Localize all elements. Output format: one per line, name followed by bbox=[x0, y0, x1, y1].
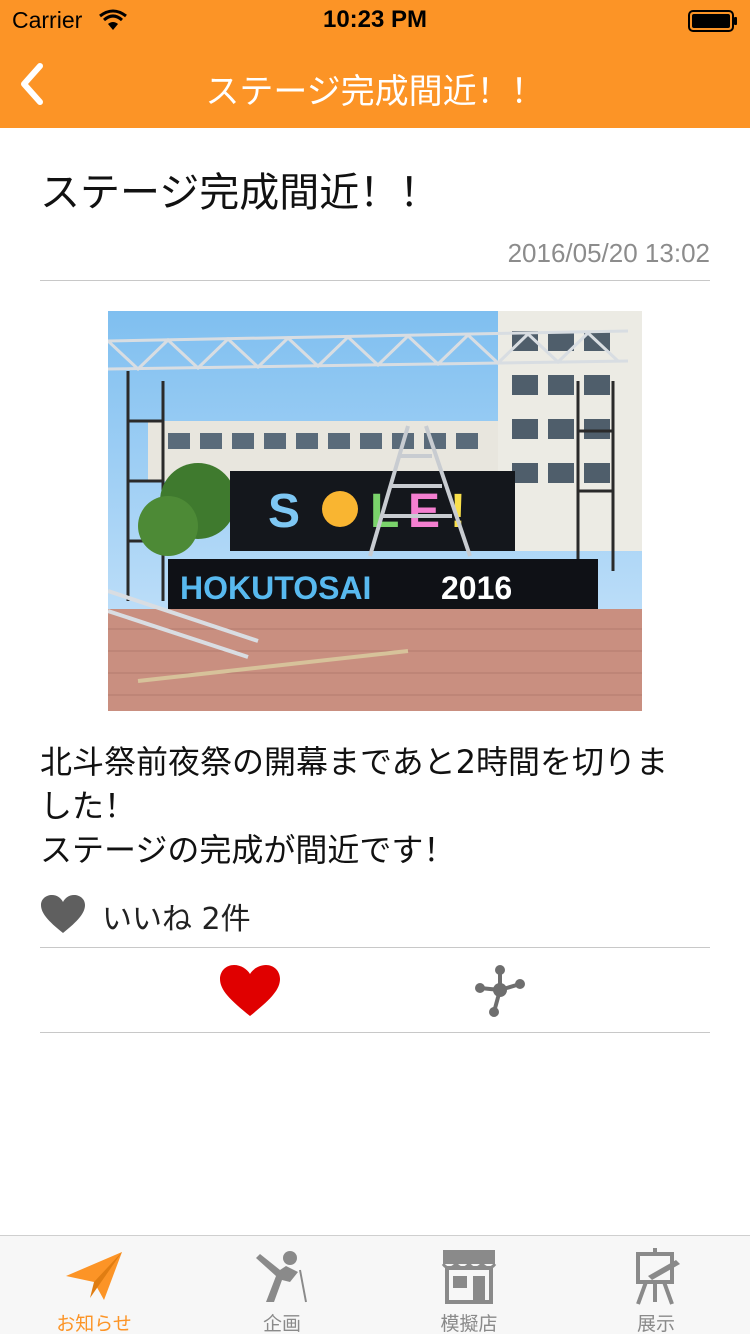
article-body-line: 北斗祭前夜祭の開幕まであと2時間を切りま bbox=[40, 743, 669, 781]
tab-bar: お知らせ 企画 模擬店 展示 bbox=[0, 1235, 750, 1334]
nav-title: ステージ完成間近！！ bbox=[205, 72, 545, 112]
performer-icon bbox=[256, 1251, 307, 1303]
share-icon bbox=[475, 965, 525, 1017]
likes-count: いいね 2件 bbox=[102, 902, 251, 937]
article-date: 2016/05/20 13:02 bbox=[507, 238, 710, 268]
article-title: ステージ完成間近！！ bbox=[40, 170, 440, 216]
heart-icon bbox=[220, 965, 280, 1016]
heart-icon bbox=[41, 895, 85, 933]
svg-text:HOKUTOSAI: HOKUTOSAI bbox=[180, 570, 371, 606]
svg-text:2016: 2016 bbox=[441, 570, 512, 606]
tab-events[interactable]: 企画 bbox=[188, 1236, 376, 1334]
tab-exhibits[interactable]: 展示 bbox=[562, 1236, 750, 1334]
tab-label: お知らせ bbox=[56, 1313, 132, 1334]
share-button[interactable] bbox=[472, 962, 528, 1018]
tab-news[interactable]: お知らせ bbox=[0, 1236, 188, 1334]
divider bbox=[40, 947, 710, 948]
status-time: 10:23 PM bbox=[322, 6, 428, 33]
article-photo: S L E ! HOKUTOSAI 2016 bbox=[108, 311, 642, 711]
easel-icon bbox=[636, 1248, 680, 1305]
app-screen: Carrier 10:23 PM ステージ完成間近！！ ステージ完成間近！！ 2… bbox=[0, 0, 750, 1334]
storefront-icon bbox=[441, 1250, 497, 1304]
navigation-bar: ステージ完成間近！！ bbox=[0, 40, 750, 128]
like-button[interactable] bbox=[216, 962, 284, 1018]
tab-label: 企画 bbox=[262, 1313, 301, 1334]
article-body: 北斗祭前夜祭の開幕まであと2時間を切りま した！ ステージの完成が間近です！ bbox=[40, 740, 720, 872]
article-body-line: ステージの完成が間近です！ bbox=[40, 831, 456, 869]
paper-plane-icon bbox=[66, 1252, 122, 1300]
tab-stalls[interactable]: 模擬店 bbox=[375, 1236, 563, 1334]
tab-label: 展示 bbox=[636, 1313, 675, 1334]
divider bbox=[40, 280, 710, 281]
svg-text:E: E bbox=[408, 485, 440, 538]
header-bar: Carrier 10:23 PM ステージ完成間近！！ bbox=[0, 0, 750, 128]
status-bar: Carrier 10:23 PM bbox=[0, 0, 750, 40]
svg-text:S: S bbox=[268, 485, 300, 538]
svg-text:!: ! bbox=[450, 485, 466, 538]
article-body-line: した！ bbox=[40, 787, 137, 825]
divider bbox=[40, 1032, 710, 1033]
tab-label: 模擬店 bbox=[440, 1313, 498, 1334]
battery-icon bbox=[688, 10, 737, 32]
